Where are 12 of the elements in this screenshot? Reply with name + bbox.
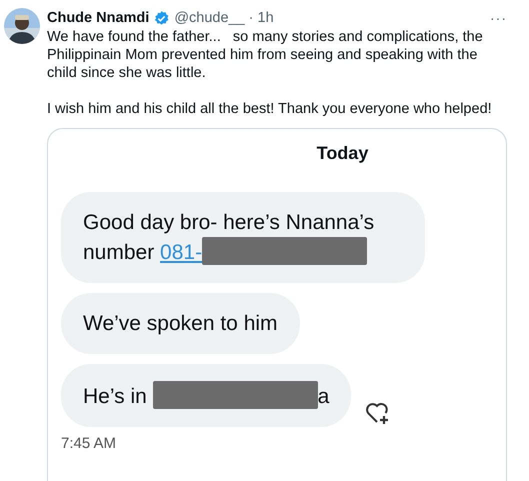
message-time: 7:45 AM — [61, 435, 118, 452]
post-time[interactable]: · 1h — [248, 10, 274, 26]
message-bubble: He’s in a — [61, 364, 352, 427]
day-label: Today — [316, 143, 370, 164]
author-handle[interactable]: @chude__ — [174, 10, 245, 26]
more-icon[interactable]: ··· — [490, 10, 507, 26]
message-bubble: We’ve spoken to him — [61, 293, 300, 354]
image-card[interactable]: Today Good day bro- here’s Nnanna’s number 081- We’ve spoken to him He’s in a 7:45 AM — [47, 128, 507, 481]
post-text: I wish him and his child all the best! Thank you everyone who helped! — [47, 100, 493, 118]
author-name[interactable]: Chude Nnamdi — [47, 10, 150, 26]
message-bubble: Good day bro- here’s Nnanna’s number 081- — [61, 192, 425, 283]
post-text: We have found the father... so many stories and complications, the Philippinain Mom prevented him from seeing and speaking with the child since she was little. — [47, 28, 484, 82]
